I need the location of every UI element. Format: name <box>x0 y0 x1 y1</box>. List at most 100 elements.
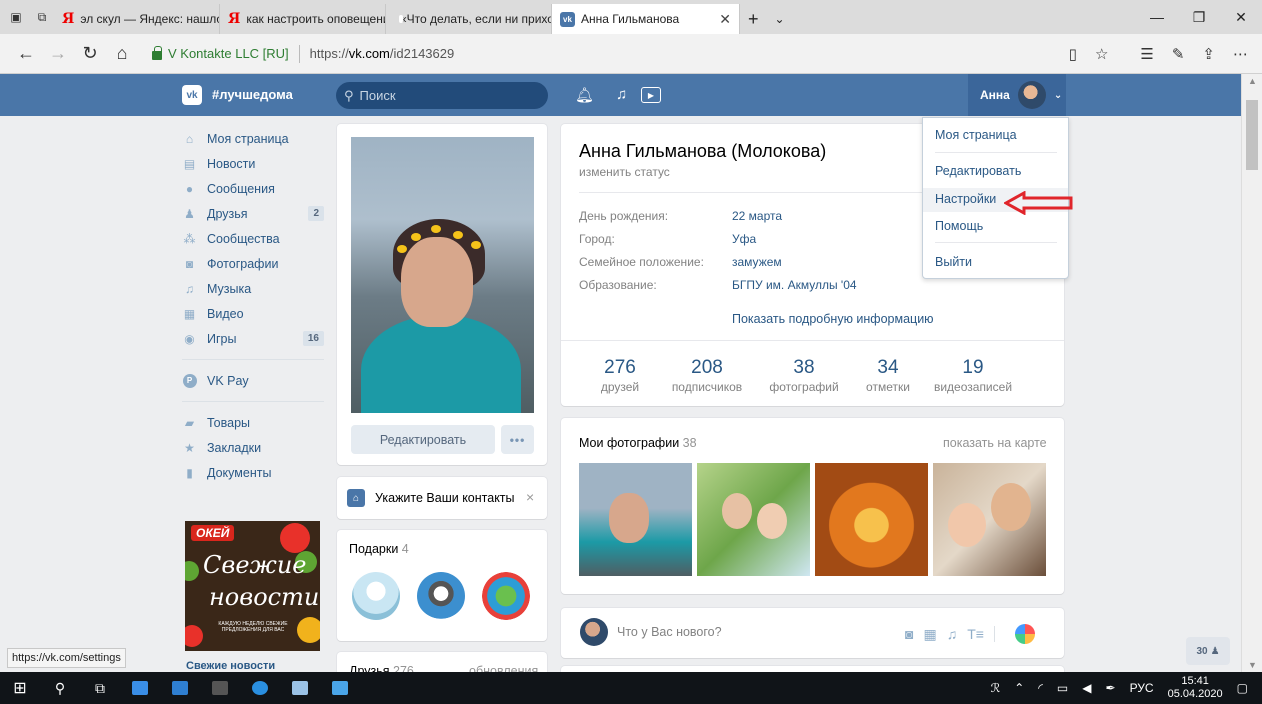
paint-icon[interactable] <box>280 672 320 704</box>
restore-button[interactable]: ❐ <box>1178 0 1220 34</box>
menu-item-settings[interactable]: Настройки <box>935 192 996 206</box>
forward-button[interactable]: → <box>42 43 74 64</box>
new-tab-button[interactable]: + <box>740 4 767 34</box>
text-format-icon[interactable]: T≡ <box>967 626 984 642</box>
notes-app-icon[interactable] <box>320 672 360 704</box>
info-value[interactable]: Уфа <box>732 232 756 246</box>
home-button[interactable]: ⌂ <box>106 43 138 64</box>
info-value[interactable]: БГПУ им. Акмуллы '04 <box>732 278 857 292</box>
header-hashtag[interactable]: #лучшедома <box>212 87 293 102</box>
edge-icon[interactable] <box>240 672 280 704</box>
edit-status-link[interactable]: изменить статус <box>579 165 670 179</box>
scroll-down-icon[interactable]: ▼ <box>1248 660 1257 670</box>
sidebar-item-friends[interactable]: ♟ Друзья 2 <box>182 201 324 226</box>
photo-thumbnail[interactable] <box>815 463 928 576</box>
sidebar-item-goods[interactable]: ▰ Товары <box>182 410 324 435</box>
show-more-info-link[interactable]: Показать подробную информацию <box>732 312 934 326</box>
more-menu-icon[interactable]: ⋯ <box>1233 45 1248 63</box>
tab-list-button[interactable]: ⌄ <box>767 4 793 34</box>
stat-friends[interactable]: 276 друзей <box>590 357 650 394</box>
favorite-star-icon[interactable]: ☆ <box>1095 45 1108 63</box>
menu-item-logout[interactable]: Выйти <box>935 255 972 269</box>
reading-view-icon[interactable]: ▯ <box>1069 45 1077 63</box>
show-on-map-link[interactable]: показать на карте <box>943 436 1047 450</box>
advertisement-banner[interactable]: ОКЕЙ Свежие новости каждую неделю свежие… <box>185 521 320 651</box>
favorites-hub-icon[interactable]: ☰ <box>1140 45 1153 63</box>
vk-logo-icon[interactable]: vk <box>182 85 202 105</box>
url-text[interactable]: https://vk.com/id2143629 <box>310 46 455 61</box>
gift-box[interactable] <box>482 572 530 620</box>
pen-icon[interactable]: ✒ <box>1106 681 1116 695</box>
close-icon[interactable]: × <box>526 489 534 505</box>
sidebar-item-messages[interactable]: ● Сообщения <box>182 176 324 201</box>
browser-tab-2[interactable]: Я как настроить оповещения <box>220 4 386 34</box>
mail-icon[interactable] <box>160 672 200 704</box>
poster-icon[interactable] <box>1014 624 1035 644</box>
wifi-icon[interactable]: ◜ <box>1038 681 1043 695</box>
browser-tab-3[interactable]: «Что делать, если ни прихо <box>386 4 552 34</box>
new-post-input[interactable]: Что у Вас нового? <box>617 625 722 639</box>
sidebar-item-my-page[interactable]: ⌂ Моя страница <box>182 126 324 151</box>
volume-icon[interactable]: ◀ <box>1082 681 1091 695</box>
play-icon[interactable]: ▶ <box>641 87 661 103</box>
sidebar-item-video[interactable]: ▦ Видео <box>182 301 324 326</box>
music-icon[interactable]: ♫ <box>616 86 627 103</box>
web-note-icon[interactable]: ✎ <box>1172 45 1185 63</box>
more-actions-button[interactable]: ••• <box>501 425 534 454</box>
refresh-button[interactable]: ↻ <box>74 43 106 64</box>
sidebar-item-photos[interactable]: ◙ Фотографии <box>182 251 324 276</box>
certificate-name[interactable]: V Kontakte LLC [RU] <box>168 46 289 61</box>
photo-thumbnail[interactable] <box>933 463 1046 576</box>
action-center-icon[interactable]: ▢ <box>1237 681 1248 695</box>
contacts-prompt-card[interactable]: ⌂ Укажите Ваши контакты × <box>337 477 547 519</box>
set-tabs-aside-icon[interactable]: ⧉ <box>34 9 50 25</box>
search-icon[interactable]: ⚲ <box>40 672 80 704</box>
tab-preview-icon[interactable]: ▣ <box>8 9 24 25</box>
share-icon[interactable]: ⇪ <box>1202 45 1215 63</box>
stat-videos[interactable]: 19 видеозаписей <box>928 357 1018 394</box>
photo-thumbnail[interactable] <box>697 463 810 576</box>
camera-icon[interactable]: ◙ <box>905 626 913 642</box>
sidebar-item-vkpay[interactable]: P VK Pay <box>182 368 324 393</box>
gift-panda[interactable] <box>417 572 465 620</box>
file-explorer-icon[interactable] <box>120 672 160 704</box>
minimize-button[interactable]: — <box>1136 0 1178 34</box>
sidebar-item-games[interactable]: ◉ Игры 16 <box>182 326 324 351</box>
task-view-icon[interactable]: ⧉ <box>80 672 120 704</box>
people-icon[interactable]: ℛ <box>991 681 1001 695</box>
chevron-up-icon[interactable]: ⌃ <box>1014 681 1024 695</box>
search-input[interactable]: ⚲ Поиск <box>336 82 548 109</box>
close-window-button[interactable]: ✕ <box>1220 0 1262 34</box>
sidebar-item-bookmarks[interactable]: ★ Закладки <box>182 435 324 460</box>
user-menu-toggle[interactable]: Анна ⌄ <box>968 74 1066 116</box>
info-value[interactable]: 22 марта <box>732 209 782 223</box>
scrollbar[interactable]: ▲ ▼ <box>1241 74 1262 672</box>
store-icon[interactable] <box>200 672 240 704</box>
windows-start-icon[interactable]: ⊞ <box>0 672 40 704</box>
sidebar-item-documents[interactable]: ▮ Документы <box>182 460 324 485</box>
profile-photo[interactable] <box>351 137 534 413</box>
close-tab-icon[interactable]: ✕ <box>719 11 731 28</box>
info-value[interactable]: замужем <box>732 255 782 269</box>
music-icon[interactable]: ♫ <box>947 626 958 642</box>
bell-icon[interactable]: 🔔︎ <box>575 86 594 104</box>
photo-thumbnail[interactable] <box>579 463 692 576</box>
browser-tab-1[interactable]: Я эл скул — Яндекс: нашлось <box>54 4 220 34</box>
stat-photos[interactable]: 38 фотографий <box>766 357 842 394</box>
stat-followers[interactable]: 208 подписчиков <box>664 357 750 394</box>
menu-item-help[interactable]: Помощь <box>935 219 983 233</box>
menu-item-edit[interactable]: Редактировать <box>935 164 1021 178</box>
edit-profile-button[interactable]: Редактировать <box>351 425 495 454</box>
sidebar-item-groups[interactable]: ⁂ Сообщества <box>182 226 324 251</box>
scroll-thumb[interactable] <box>1246 100 1258 170</box>
video-icon[interactable]: ▦ <box>923 626 936 643</box>
scroll-up-icon[interactable]: ▲ <box>1248 76 1257 86</box>
url-field[interactable]: V Kontakte LLC [RU] https://vk.com/id214… <box>152 40 1069 68</box>
my-photos-title[interactable]: Мои фотографии 38 <box>579 436 697 450</box>
sidebar-item-music[interactable]: ♫ Музыка <box>182 276 324 301</box>
stat-tags[interactable]: 34 отметки <box>858 357 918 394</box>
online-friends-badge[interactable]: 30 ♟ <box>1186 637 1230 665</box>
menu-item-my-page[interactable]: Моя страница <box>935 128 1017 142</box>
back-button[interactable]: ← <box>10 43 42 64</box>
language-indicator[interactable]: РУС <box>1130 681 1154 695</box>
